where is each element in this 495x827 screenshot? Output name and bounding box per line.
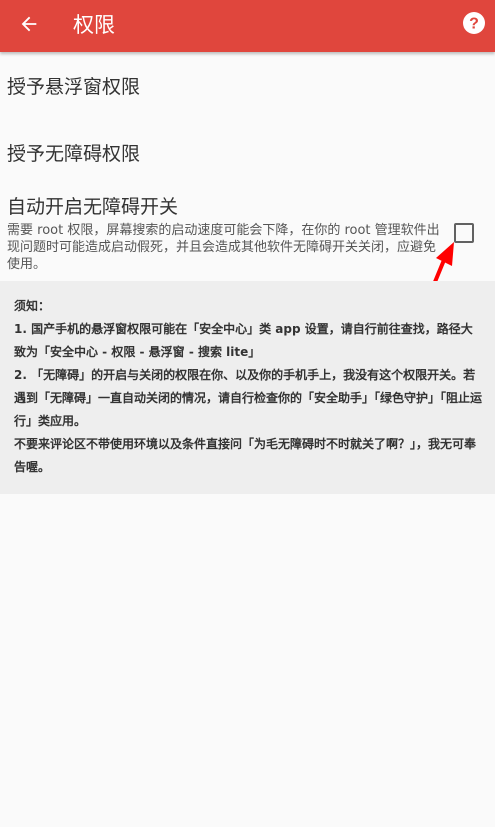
accessibility-permission-label: 授予无障碍权限 <box>7 143 141 165</box>
notice-line-3: 不要来评论区不带使用环境以及条件直接问「为毛无障碍时不时就关了啊？」，我无可奉告… <box>14 437 477 474</box>
question-circle-icon: ? <box>462 11 486 39</box>
notice-text: 须知： 1. 国产手机的悬浮窗权限可能在「安全中心」类 app 设置，请自行前往… <box>14 295 484 479</box>
notice-line-1: 1. 国产手机的悬浮窗权限可能在「安全中心」类 app 设置，请自行前往查找，路… <box>14 322 473 359</box>
auto-accessibility-description: 需要 root 权限，屏幕搜索的启动速度可能会下降，在你的 root 管理软件出… <box>7 223 440 272</box>
arrow-left-icon <box>18 13 40 39</box>
accessibility-permission-row[interactable]: 授予无障碍权限 <box>0 120 495 188</box>
permissions-screen: 权限 ? 授予悬浮窗权限 授予无障碍权限 自动开启无障碍开关 需要 root 权… <box>0 0 495 827</box>
page-title: 权限 <box>73 13 115 37</box>
notice-panel: 须知： 1. 国产手机的悬浮窗权限可能在「安全中心」类 app 设置，请自行前往… <box>0 281 495 494</box>
notice-line-2: 2. 「无障碍」的开启与关闭的权限在你、以及你的手机手上，我没有这个权限开关。若… <box>14 368 483 428</box>
svg-text:?: ? <box>469 16 479 33</box>
help-button[interactable]: ? <box>461 12 487 38</box>
notice-heading: 须知： <box>14 299 51 313</box>
floating-window-permission-row[interactable]: 授予悬浮窗权限 <box>0 52 495 120</box>
floating-window-permission-label: 授予悬浮窗权限 <box>7 76 141 98</box>
auto-accessibility-title: 自动开启无障碍开关 <box>7 196 179 218</box>
back-button[interactable] <box>12 9 46 43</box>
app-bar: 权限 ? <box>0 0 495 52</box>
